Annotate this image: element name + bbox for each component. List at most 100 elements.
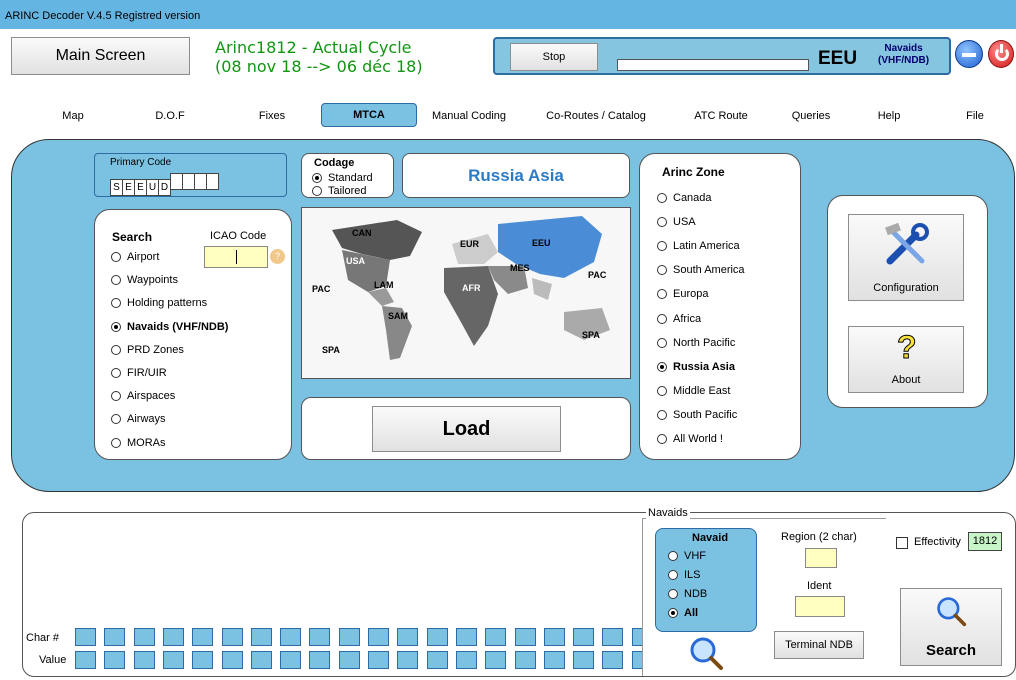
zone-radio[interactable]: South Pacific [657,409,737,421]
radio-dot [657,409,667,420]
codage-standard-radio[interactable]: Standard [312,172,373,184]
radio-dot [657,217,667,228]
navaid-radio[interactable]: All [668,607,698,619]
zone-radio[interactable]: South America [657,264,745,276]
value-cell [368,651,389,669]
radio-dot [657,265,667,276]
char-cell [75,628,96,646]
region-title-box: Russia Asia [402,153,630,198]
zone-code: EEU [818,48,858,69]
radio-label: MORAs [127,436,166,449]
map-label-afr: AFR [462,283,481,293]
tab-mtca[interactable]: MTCA [321,103,417,127]
tab-help[interactable]: Help [874,107,904,125]
map-label-eeu: EEU [532,238,551,248]
search-radio[interactable]: Navaids (VHF/NDB) [111,321,228,333]
load-button[interactable]: Load [372,406,561,452]
zone-radio[interactable]: Russia Asia [657,361,735,373]
radio-dot [312,186,322,196]
codage-tailored-label: Tailored [328,185,367,197]
navaids-indicator: Navaids (VHF/NDB) [878,43,929,67]
tab-map[interactable]: Map [58,107,88,125]
tab-queries[interactable]: Queries [788,107,834,125]
search-button[interactable]: Search [900,588,1002,666]
radio-label: Middle East [673,384,731,397]
zone-radio[interactable]: North Pacific [657,337,735,349]
search-title: Search [112,230,153,244]
search-radio[interactable]: Airspaces [111,390,175,402]
tools-icon [885,223,929,265]
stop-button[interactable]: Stop [510,43,598,71]
effectivity-value[interactable]: 1812 [968,532,1002,551]
about-button[interactable]: ? About [848,326,964,393]
zone-radio[interactable]: Europa [657,288,708,300]
effectivity-checkbox[interactable] [896,537,908,549]
zone-radio[interactable]: Africa [657,313,701,325]
value-cell [485,651,507,669]
zone-radio[interactable]: All World ! [657,433,723,445]
radio-dot [111,391,121,402]
tab-manual-coding[interactable]: Manual Coding [427,107,511,125]
tab-dof[interactable]: D.O.F [150,107,190,125]
tab-file[interactable]: File [963,107,987,125]
radio-dot [312,173,322,183]
tab-co-routes-catalog[interactable]: Co-Routes / Catalog [541,107,651,125]
radio-dot [111,321,121,332]
search-radio[interactable]: Airport [111,251,159,263]
radio-dot [657,385,667,396]
char-cell [104,628,126,646]
radio-label: ILS [684,569,701,581]
char-cell [192,628,214,646]
radio-label: All World ! [673,433,723,445]
zone-radio[interactable]: Middle East [657,385,730,397]
char-cell [455,628,477,646]
radio-dot [668,608,678,618]
char-cell [543,628,565,646]
search-magnifier-icon[interactable] [688,635,724,671]
navaids-group-label: Navaids [646,507,690,519]
map-label-spa-east: SPA [582,330,600,340]
search-button-label: Search [925,642,977,659]
navaid-radio[interactable]: VHF [668,550,706,562]
terminal-ndb-button[interactable]: Terminal NDB [774,631,864,659]
value-cell [309,651,331,669]
minimize-icon[interactable] [955,40,983,68]
map-label-mes: MES [510,263,530,273]
icao-code-input[interactable] [204,246,268,268]
radio-dot [111,275,121,286]
value-cell [338,651,360,669]
codage-tailored-radio[interactable]: Tailored [312,185,367,197]
navaid-radio[interactable]: NDB [668,588,707,600]
radio-dot [657,193,667,203]
power-icon[interactable] [988,40,1014,68]
search-radio[interactable]: PRD Zones [111,344,184,356]
search-radio[interactable]: FIR/UIR [111,367,167,379]
ident-input[interactable] [795,596,845,617]
radio-label: North Pacific [673,336,736,349]
tab-atc-route[interactable]: ATC Route [688,107,754,125]
navaid-radio[interactable]: ILS [668,569,701,581]
radio-dot [657,313,667,324]
search-radio[interactable]: Airways [111,413,166,425]
main-screen-button[interactable]: Main Screen [11,37,190,75]
tab-fixes[interactable]: Fixes [255,107,289,125]
configuration-button[interactable]: Configuration [848,214,964,301]
primary-code-cell[interactable] [206,173,219,190]
search-radio[interactable]: Waypoints [111,274,178,286]
radio-label: South America [673,264,745,277]
search-radio[interactable]: Holding patterns [111,297,207,309]
search-radio[interactable]: MORAs [111,437,166,449]
zone-radio[interactable]: USA [657,216,696,228]
char-cell [338,628,360,646]
value-cell [426,651,448,669]
region-input[interactable] [805,548,837,568]
radio-label: Airspaces [127,390,176,403]
effectivity-label: Effectivity [914,536,961,548]
help-icon[interactable]: ? [270,249,285,264]
zone-radio[interactable]: Latin America [657,240,740,252]
radio-label: NDB [684,588,708,600]
value-cell [280,651,302,669]
char-cell [602,628,624,646]
zone-radio[interactable]: Canada [657,192,712,204]
world-map[interactable]: CAN USA PAC LAM SAM SPA EUR EEU MES AFR … [301,207,631,379]
